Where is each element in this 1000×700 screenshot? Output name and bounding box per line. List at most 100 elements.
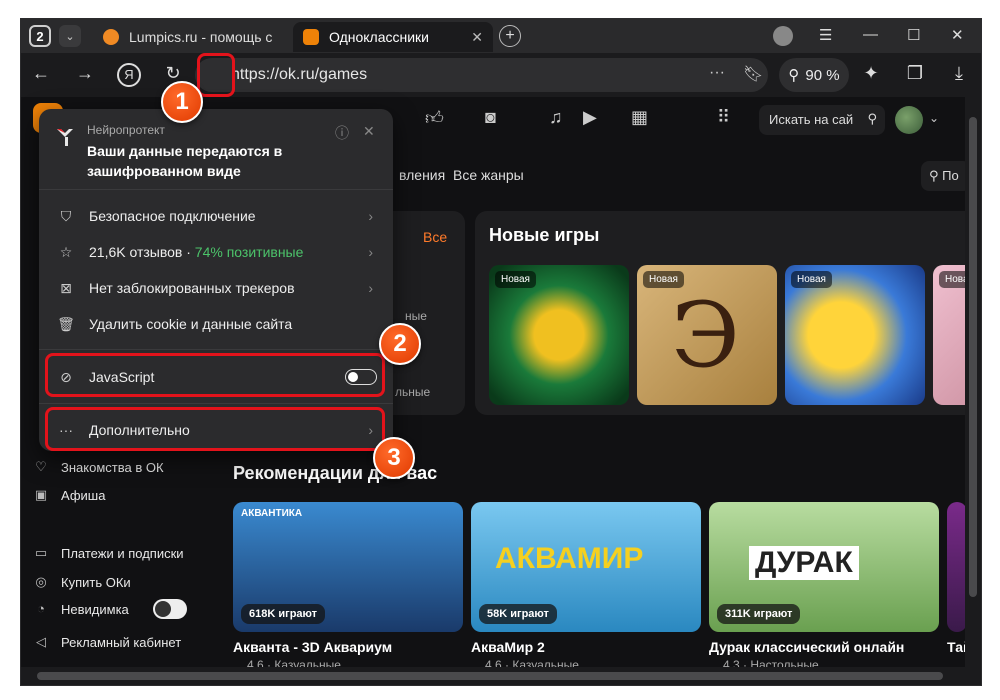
step-1-badge: 1 [161, 81, 203, 123]
music-icon[interactable]: ♫ [549, 107, 563, 128]
sidebar-item-dating[interactable]: ♡ Знакомства в ОК [33, 459, 164, 475]
popup-title: Ваши данные передаются в зашифрованном в… [87, 143, 283, 179]
shield-icon: ⛉ [60, 207, 72, 224]
info-icon[interactable]: ⓘ [335, 123, 349, 143]
tracker-icon: ⊠ [60, 279, 72, 296]
reviews-count: 21,6K отзывов · [89, 244, 195, 260]
calendar-icon[interactable]: ▦ [631, 107, 648, 128]
neuroprotect-popup: Нейропротект Ваши данные передаются в за… [39, 109, 393, 451]
maximize-icon[interactable]: ☐ [907, 26, 920, 44]
new-badge: Новая [939, 271, 967, 288]
invisible-toggle[interactable] [152, 599, 187, 619]
scroll-thumb[interactable] [37, 672, 943, 680]
new-games-title: Новые игры [489, 225, 600, 245]
row-label: Безопасное подключение [89, 208, 256, 224]
new-badge: Новая [791, 271, 832, 288]
game-tile-smiley[interactable]: Новая [785, 265, 925, 405]
orange-favicon-icon [103, 29, 119, 45]
more-dots-icon[interactable]: ··· [709, 64, 725, 82]
ticket-icon: ▣ [34, 487, 48, 502]
chevron-down-icon[interactable]: ⌄ [929, 111, 939, 125]
highlight-javascript [45, 353, 385, 397]
rec-name[interactable]: АкваМир 2 [471, 639, 545, 655]
reviews-positive: 74% позитивные [194, 244, 304, 260]
scroll-thumb[interactable] [969, 117, 977, 597]
downloads-icon[interactable]: ⤓ [947, 63, 971, 84]
bell-icon: ◔ [37, 601, 45, 616]
tab-odnoklassniki[interactable]: Одноклассники ✕ [293, 22, 493, 52]
sidebar-item-payments[interactable]: ▭ Платежи и подписки [33, 545, 184, 561]
subnav-item[interactable]: вления [399, 167, 445, 183]
row-label: Удалить cookie и данные сайта [89, 316, 293, 332]
video-icon[interactable]: ▶ [583, 107, 597, 128]
reviews-row[interactable]: ☆ 21,6K отзывов · 74% позитивные › [39, 234, 393, 270]
tab-lumpics[interactable]: Lumpics.ru - помощь с ком [93, 22, 283, 52]
row-label: Нет заблокированных трекеров [89, 280, 295, 296]
game-tile-partial[interactable]: Новая [933, 265, 967, 405]
zoom-level: 90 % [805, 66, 840, 84]
divider [39, 189, 393, 190]
sidebar-item-ads[interactable]: ◁ Рекламный кабинет [33, 634, 181, 650]
genre-search-input[interactable]: ⚲ По [921, 161, 971, 191]
game-tile-skull[interactable]: Новая [489, 265, 629, 405]
profile-icon[interactable] [773, 26, 793, 46]
zoom-button[interactable]: ⚲ 90 % [779, 58, 849, 92]
rec-card-partial[interactable] [947, 502, 967, 632]
avatar[interactable] [895, 106, 923, 134]
close-icon[interactable]: ✕ [363, 123, 375, 140]
tab-count-button[interactable]: 2 [29, 25, 51, 47]
all-link[interactable]: Все [423, 229, 447, 245]
trash-icon: 🗑︎ [57, 315, 75, 332]
plays-badge: 311K играют [717, 604, 801, 624]
horizontal-scrollbar[interactable] [21, 667, 967, 685]
sidebar-item-label: Знакомства в ОК [61, 459, 164, 475]
back-icon[interactable]: ← [29, 63, 53, 84]
step-3-badge: 3 [373, 437, 415, 479]
new-badge: Новая [495, 271, 536, 288]
trackers-row[interactable]: ⊠ Нет заблокированных трекеров › [39, 270, 393, 306]
extensions-icon[interactable]: ✦ [859, 63, 883, 84]
sidebar-item-label: Афиша [61, 487, 106, 503]
sidebar-item-label: Рекламный кабинет [61, 634, 182, 650]
url-text[interactable]: https://ok.ru/games [231, 66, 367, 84]
wallet-icon: ▭ [34, 545, 48, 560]
partial-text: льные [395, 385, 431, 399]
close-window-icon[interactable]: ✕ [951, 26, 964, 44]
bookmark-icon[interactable]: 🔖︎ [743, 64, 763, 84]
secure-connection-row[interactable]: ⛉ Безопасное подключение › [39, 198, 393, 234]
sidebar-item-label: Купить ОКи [61, 574, 131, 590]
highlight-more [45, 407, 385, 451]
browser-window: 2 ⌄ Lumpics.ru - помощь с ком Одноклассн… [20, 18, 982, 686]
chevron-down-icon[interactable]: ⌄ [59, 25, 81, 47]
rec-card-akvamir[interactable]: АКВАМИР 58K играют [471, 502, 701, 632]
rec-brand: ДУРАК [749, 546, 859, 580]
delete-cookies-row[interactable]: 🗑︎ Удалить cookie и данные сайта [39, 306, 393, 342]
yandex-icon[interactable]: Я [117, 63, 141, 87]
minimize-icon[interactable]: — [863, 26, 878, 43]
address-bar[interactable]: https://ok.ru/games ··· 🔖︎ [195, 58, 768, 92]
rec-card-durak[interactable]: ДУРАК 311K играют [709, 502, 939, 632]
rec-name[interactable]: Акванта - 3D Аквариум [233, 639, 392, 655]
close-tab-icon[interactable]: ✕ [471, 29, 483, 46]
rec-name[interactable]: Дурак классический онлайн [709, 639, 904, 655]
sidebar-item-buy-ok[interactable]: ◎ Купить ОКи [33, 574, 131, 590]
plays-badge: 58K играют [479, 604, 557, 624]
new-tab-icon[interactable]: + [499, 25, 521, 47]
subnav-all-genres[interactable]: Все жанры [453, 167, 524, 183]
collections-icon[interactable]: ❐ [903, 63, 927, 84]
sidebar-item-invisible[interactable]: ◔ Невидимка [33, 599, 187, 619]
tab-title: Lumpics.ru - помощь с ком [129, 29, 273, 45]
forward-icon[interactable]: → [73, 63, 97, 84]
letter-glyph-icon: Э [671, 283, 740, 388]
new-games-card: Новые игры Новая Новая Э Новая Новая [475, 211, 967, 415]
menu-icon[interactable]: ☰ [819, 26, 832, 44]
rec-card-akvantika[interactable]: АКВАНТИКА 618K играют [233, 502, 463, 632]
magnifier-icon: ⚲ [788, 67, 800, 84]
site-search-input[interactable]: Искать на сай ⚲ [759, 105, 885, 135]
sidebar-item-afisha[interactable]: ▣ Афиша [33, 487, 106, 503]
video-call-icon[interactable]: ◙ [485, 107, 496, 128]
vertical-scrollbar[interactable] [965, 97, 981, 669]
game-tile-letter[interactable]: Новая Э [637, 265, 777, 405]
like-icon[interactable]: 👍︎ [425, 107, 444, 129]
apps-grid-icon[interactable]: ⠿ [717, 107, 730, 128]
